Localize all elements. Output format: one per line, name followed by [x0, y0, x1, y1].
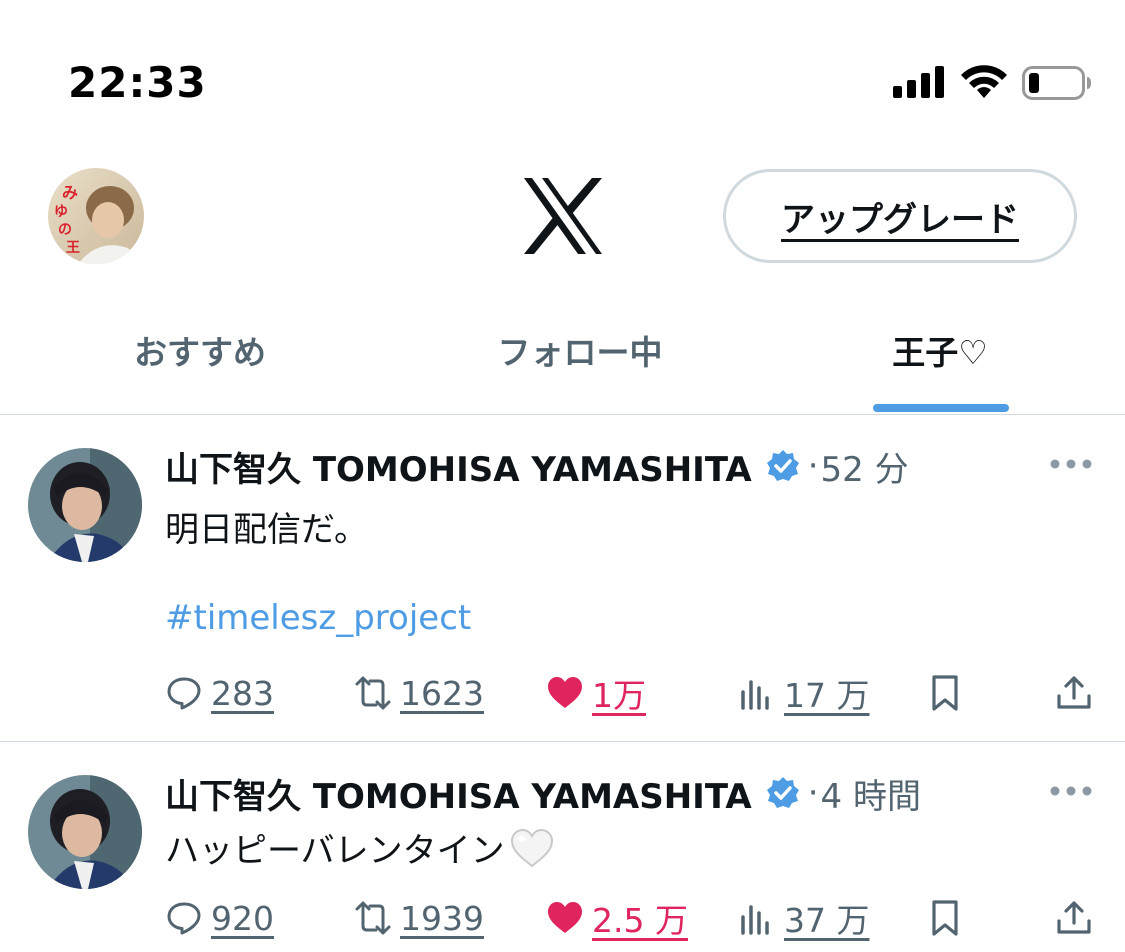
like-count: 2.5 万	[592, 901, 688, 940]
share-icon	[1057, 901, 1091, 934]
share-button[interactable]	[1055, 668, 1093, 718]
reply-icon	[167, 902, 201, 935]
like-count: 1万	[592, 676, 646, 715]
post-text: 明日配信だ。	[165, 510, 368, 550]
repost-button[interactable]: 1623	[354, 668, 484, 718]
repost-icon	[355, 676, 391, 710]
battery-icon	[1022, 66, 1091, 100]
post-timestamp[interactable]: 4 時間	[821, 769, 921, 818]
analytics-icon	[741, 905, 769, 935]
more-options-icon[interactable]	[1048, 779, 1094, 803]
like-button[interactable]: 2.5 万	[546, 893, 688, 943]
bookmark-icon	[932, 900, 958, 936]
reply-icon	[167, 677, 201, 710]
post-actions: 283 1623 1万 17 万	[0, 668, 1125, 718]
profile-avatar[interactable]: み ゆ の 王	[48, 168, 144, 264]
bookmark-button[interactable]	[926, 668, 964, 718]
white-heart-icon	[510, 828, 553, 867]
more-options-icon[interactable]	[1048, 452, 1094, 476]
post-timestamp[interactable]: 52 分	[821, 442, 909, 491]
separator-dot: ·	[807, 773, 819, 813]
repost-count: 1623	[400, 673, 484, 713]
status-bar: 22:33	[0, 0, 1125, 140]
reply-button[interactable]: 920	[165, 893, 274, 943]
heart-filled-icon	[548, 902, 582, 933]
svg-text:王: 王	[66, 240, 80, 256]
timeline-tabs: おすすめ フォロー中 王子♡	[0, 300, 1125, 415]
post-header: 山下智久 TOMOHISA YAMASHITA · 52 分	[165, 442, 909, 491]
post-header: 山下智久 TOMOHISA YAMASHITA · 4 時間	[165, 769, 921, 818]
active-tab-indicator	[873, 404, 1009, 412]
verified-badge-icon	[766, 777, 799, 808]
post[interactable]: 山下智久 TOMOHISA YAMASHITA · 52 分 明日配信だ。 #t…	[0, 416, 1125, 742]
views-count: 17 万	[784, 676, 870, 715]
svg-text:ゆ: ゆ	[54, 204, 68, 220]
tab-prince-list[interactable]: 王子♡	[820, 300, 1060, 414]
bookmark-icon	[932, 675, 958, 711]
reply-count: 283	[211, 673, 274, 713]
svg-text:の: の	[58, 222, 72, 238]
hashtag-link[interactable]: #timelesz_project	[165, 598, 471, 638]
heart-filled-icon	[548, 677, 582, 708]
repost-icon	[355, 901, 391, 935]
x-logo-icon[interactable]	[522, 178, 604, 254]
share-button[interactable]	[1055, 893, 1093, 943]
separator-dot: ·	[807, 446, 819, 486]
post[interactable]: 山下智久 TOMOHISA YAMASHITA · 4 時間 ハッピーバレンタイ…	[0, 743, 1125, 952]
author-avatar-image	[28, 448, 142, 562]
author-avatar[interactable]	[28, 775, 142, 889]
reply-button[interactable]: 283	[165, 668, 274, 718]
author-avatar[interactable]	[28, 448, 142, 562]
author-name[interactable]: 山下智久 TOMOHISA YAMASHITA	[165, 442, 752, 491]
share-icon	[1057, 676, 1091, 709]
post-text: ハッピーバレンタイン	[165, 823, 555, 872]
repost-button[interactable]: 1939	[354, 893, 484, 943]
author-avatar-image	[28, 775, 142, 889]
tab-following[interactable]: フォロー中	[440, 300, 720, 414]
like-button[interactable]: 1万	[546, 668, 646, 718]
views-count: 37 万	[784, 901, 870, 940]
reply-count: 920	[211, 898, 274, 938]
wifi-icon	[961, 65, 1007, 98]
views-button[interactable]: 37 万	[738, 893, 869, 943]
repost-count: 1939	[400, 898, 484, 938]
verified-badge-icon	[766, 450, 799, 481]
bookmark-button[interactable]	[926, 893, 964, 943]
views-button[interactable]: 17 万	[738, 668, 869, 718]
cellular-signal-icon	[893, 66, 944, 98]
post-text-content: ハッピーバレンタイン	[165, 831, 505, 871]
post-actions: 920 1939 2.5 万 37 万	[0, 893, 1125, 943]
profile-avatar-image: み ゆ の 王	[48, 168, 144, 264]
tab-recommended[interactable]: おすすめ	[60, 300, 340, 414]
svg-text:み: み	[62, 183, 78, 202]
analytics-icon	[741, 680, 769, 710]
author-name[interactable]: 山下智久 TOMOHISA YAMASHITA	[165, 769, 752, 818]
upgrade-button[interactable]: アップグレード	[723, 169, 1077, 263]
status-time: 22:33	[68, 58, 207, 107]
